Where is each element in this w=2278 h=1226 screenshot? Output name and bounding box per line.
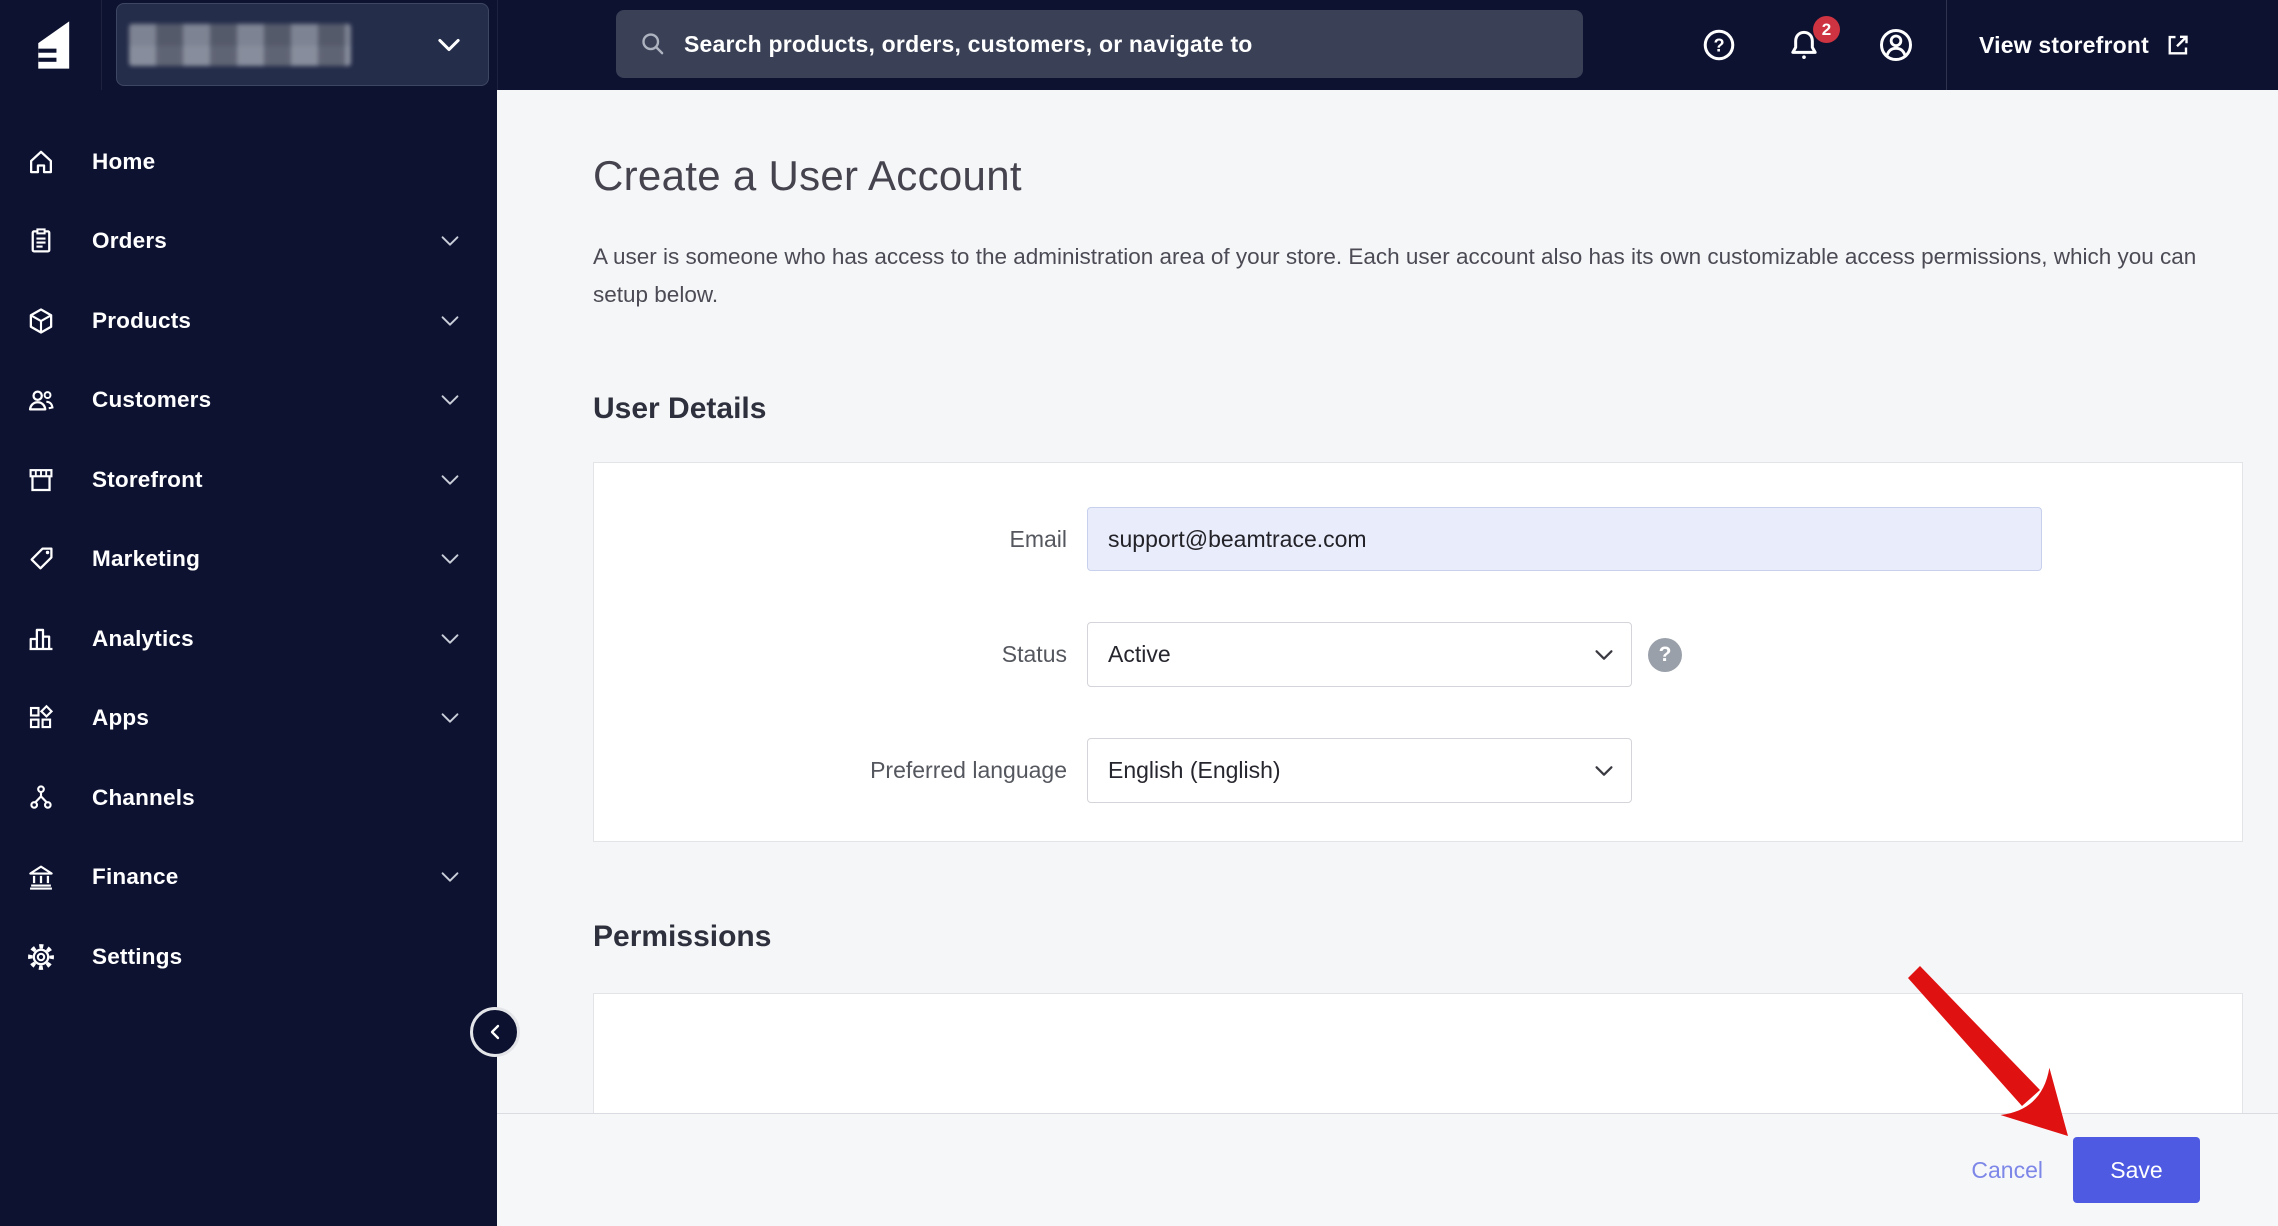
language-select[interactable]: English (English) [1087, 738, 1632, 803]
language-value: English (English) [1108, 757, 1281, 783]
account-button[interactable] [1876, 25, 1916, 65]
topbar-divider [497, 0, 498, 90]
products-icon [29, 308, 53, 334]
help-icon: ? [1703, 29, 1735, 61]
sidebar-item-analytics[interactable]: Analytics [0, 599, 497, 679]
action-bar: Cancel Save [497, 1113, 2278, 1226]
sidebar-item-products[interactable]: Products [0, 281, 497, 361]
sidebar-collapse-button[interactable] [470, 1007, 520, 1057]
chevron-down-icon [438, 38, 460, 51]
home-icon [30, 150, 52, 174]
chevron-down-icon [441, 554, 459, 564]
user-details-heading: User Details [593, 392, 767, 425]
sidebar-item-home[interactable]: Home [0, 122, 497, 202]
marketing-icon [30, 547, 53, 570]
status-value: Active [1108, 641, 1171, 667]
channels-icon [30, 785, 52, 809]
status-label: Status [1001, 641, 1067, 667]
status-help-icon[interactable]: ? [1648, 637, 1682, 672]
store-selector[interactable] [116, 3, 489, 86]
customers-icon [28, 390, 54, 411]
topbar: Search products, orders, customers, or n… [0, 0, 2278, 90]
main-content: Create a User Account A user is someone … [497, 90, 2278, 1226]
bigcommerce-logo-icon[interactable] [31, 19, 71, 71]
topbar-actions: ? 2 View storefront [1690, 0, 2193, 90]
global-search-input[interactable]: Search products, orders, customers, or n… [616, 10, 1583, 78]
page-intro: A user is someone who has access to the … [593, 244, 2197, 307]
notifications-button[interactable]: 2 [1784, 16, 1840, 65]
chevron-down-icon [441, 236, 459, 246]
email-label: Email [1009, 525, 1067, 552]
sidebar-item-orders[interactable]: Orders [0, 202, 497, 282]
chevron-down-icon [441, 395, 459, 405]
finance-icon [29, 865, 53, 890]
chevron-down-icon [441, 316, 459, 326]
page-title: Create a User Account [593, 152, 1022, 199]
apps-icon [29, 704, 54, 729]
analytics-icon [29, 628, 53, 650]
sidebar-item-channels[interactable]: Channels [0, 758, 497, 838]
sidebar-nav: Home Orders Products Customers Storefron… [0, 90, 497, 997]
search-icon [642, 33, 664, 55]
account-icon [1880, 29, 1912, 61]
logo-cell [0, 0, 102, 90]
sidebar: Home Orders Products Customers Storefron… [0, 90, 497, 1226]
language-row: Preferred language English (English) [594, 738, 2242, 803]
topbar-vertical-divider [1946, 0, 1947, 90]
email-input[interactable] [1087, 507, 2042, 571]
view-storefront-label: View storefront [1979, 31, 2149, 58]
sidebar-item-marketing[interactable]: Marketing [0, 520, 497, 600]
status-row: Status Active ? [594, 622, 2242, 687]
orders-icon [31, 228, 51, 253]
notification-badge: 2 [1813, 16, 1840, 43]
chevron-down-icon [441, 713, 459, 723]
external-link-icon [2168, 35, 2188, 55]
chevron-down-icon [441, 634, 459, 644]
storefront-icon [29, 468, 53, 491]
permissions-heading: Permissions [593, 920, 772, 953]
store-name-redacted [129, 23, 351, 66]
settings-icon [28, 943, 54, 970]
chevron-down-icon [441, 872, 459, 882]
chevron-down-icon [1595, 765, 1613, 776]
view-storefront-link[interactable]: View storefront [1979, 30, 2193, 60]
chevron-left-icon [490, 1024, 500, 1040]
save-button[interactable]: Save [2073, 1137, 2200, 1203]
search-placeholder: Search products, orders, customers, or n… [684, 30, 1253, 57]
sidebar-item-apps[interactable]: Apps [0, 679, 497, 759]
chevron-down-icon [1595, 649, 1613, 660]
email-row: Email [594, 507, 2242, 571]
cancel-button[interactable]: Cancel [1971, 1157, 2043, 1184]
sidebar-item-settings[interactable]: Settings [0, 917, 497, 997]
sidebar-item-finance[interactable]: Finance [0, 838, 497, 918]
status-select[interactable]: Active [1087, 622, 1632, 687]
svg-text:?: ? [1713, 35, 1724, 55]
language-label: Preferred language [870, 757, 1067, 783]
help-button[interactable]: ? [1700, 26, 1738, 64]
sidebar-item-customers[interactable]: Customers [0, 361, 497, 441]
user-details-card: Email Status Active ? Preferred language… [593, 462, 2243, 842]
sidebar-item-storefront[interactable]: Storefront [0, 440, 497, 520]
chevron-down-icon [441, 475, 459, 485]
